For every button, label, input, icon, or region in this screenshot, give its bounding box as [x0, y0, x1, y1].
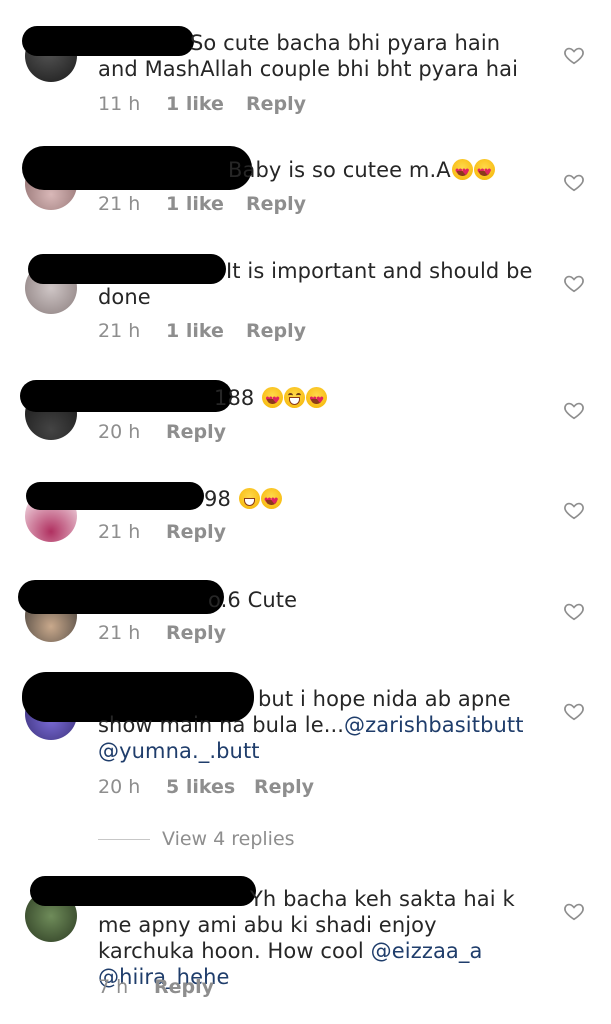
comment-text-content: 188	[214, 386, 255, 410]
comment-text: So cute bacha bhi pyara hain and MashAll…	[98, 31, 519, 81]
reply-button[interactable]: Reply	[154, 976, 214, 998]
likes-count[interactable]: 1 like	[166, 320, 246, 342]
view-replies-label[interactable]: View 4 replies	[162, 828, 295, 850]
reply-button[interactable]: Reply	[254, 776, 314, 798]
mention-link[interactable]: @zarishbasitbutt	[344, 713, 524, 737]
comment-time: 21 h	[98, 521, 141, 543]
heart-outline-icon[interactable]	[563, 600, 585, 622]
reply-button[interactable]: Reply	[246, 93, 306, 115]
comment-time: 21 h	[98, 320, 141, 342]
comment-meta: 20 h 5 likes Reply	[98, 776, 314, 798]
comment-text: 188	[214, 385, 514, 414]
heart-outline-icon[interactable]	[563, 272, 585, 294]
heart-outline-icon[interactable]	[563, 499, 585, 521]
heart-outline-icon[interactable]	[563, 399, 585, 421]
comment-meta: 7 h Reply	[98, 976, 214, 998]
mention-link[interactable]: @eizzaa_a	[371, 939, 483, 963]
comment-meta: 21 h Reply	[98, 622, 226, 644]
redacted-username	[22, 146, 252, 190]
likes-count[interactable]: 5 likes	[166, 776, 254, 798]
comment-meta: 21 h 1 like Reply	[98, 193, 306, 215]
comment-time: 21 h	[98, 193, 141, 215]
heart-eyes-emoji-icon	[306, 387, 328, 414]
redacted-username	[26, 482, 204, 510]
comment-time: 7 h	[98, 976, 129, 998]
likes-count[interactable]: 1 like	[166, 93, 246, 115]
reply-button[interactable]: Reply	[166, 622, 226, 644]
heart-outline-icon[interactable]	[563, 171, 585, 193]
comment-time: 20 h	[98, 776, 141, 798]
comment-time: 21 h	[98, 622, 141, 644]
grinning-emoji-icon	[238, 488, 260, 509]
redacted-username	[18, 580, 224, 614]
heart-outline-icon[interactable]	[563, 700, 585, 722]
reply-button[interactable]: Reply	[166, 521, 226, 543]
reply-button[interactable]: Reply	[246, 193, 306, 215]
comment-time: 20 h	[98, 421, 141, 443]
heart-eyes-emoji-icon	[262, 387, 284, 414]
comment-text: It is important and should be done	[98, 259, 533, 309]
comment-text: Yh bacha keh sakta hai k me apny ami abu…	[98, 886, 538, 990]
redacted-username	[20, 380, 232, 412]
heart-outline-icon[interactable]	[563, 44, 585, 66]
comment-meta: 21 h Reply	[98, 521, 226, 543]
heart-eyes-emoji-icon	[260, 488, 282, 515]
heart-outline-icon[interactable]	[563, 900, 585, 922]
comment-time: 11 h	[98, 93, 141, 115]
grinning-emoji-icon	[284, 387, 306, 408]
divider-line	[98, 838, 150, 840]
comment-text: but i hope nida ab apne show main na bul…	[98, 686, 538, 764]
comment-meta: 20 h Reply	[98, 421, 226, 443]
view-replies-button[interactable]: View 4 replies	[98, 828, 295, 850]
comment-text-content: 98	[204, 487, 231, 511]
heart-eyes-emoji-icon	[473, 159, 495, 186]
reply-button[interactable]: Reply	[166, 421, 226, 443]
reply-button[interactable]: Reply	[246, 320, 306, 342]
comment-meta: 21 h 1 like Reply	[98, 320, 306, 342]
heart-eyes-emoji-icon	[451, 159, 473, 186]
comment-text: Baby is so cutee m.A	[228, 157, 528, 186]
comment-text: o.6 Cute	[208, 588, 298, 612]
comment-meta: 11 h 1 like Reply	[98, 93, 306, 115]
comment-text: 98	[204, 486, 504, 515]
comment-text-content: Baby is so cutee m.A	[228, 158, 451, 182]
mention-link[interactable]: @yumna._.butt	[98, 739, 260, 763]
likes-count[interactable]: 1 like	[166, 193, 246, 215]
